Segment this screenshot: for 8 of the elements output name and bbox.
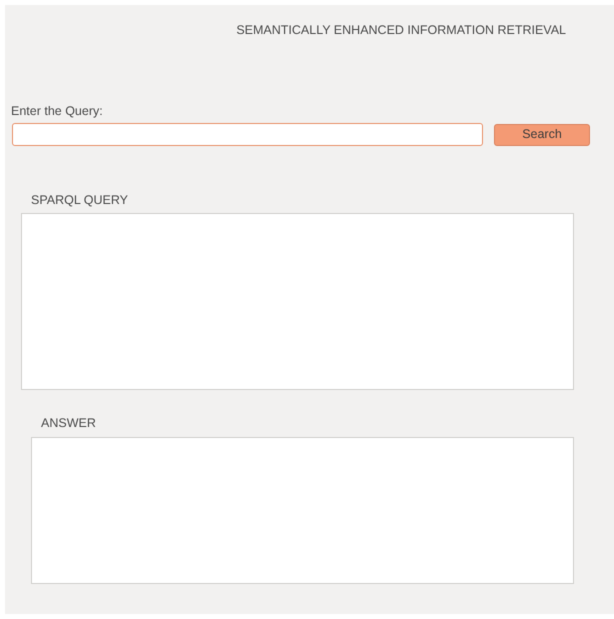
answer-label: ANSWER: [41, 415, 96, 431]
query-field[interactable]: [12, 123, 483, 146]
answer-area[interactable]: [31, 437, 574, 584]
query-label: Enter the Query:: [11, 103, 103, 119]
sparql-label: SPARQL QUERY: [31, 192, 128, 208]
search-button[interactable]: Search: [494, 124, 590, 146]
window-title: SEMANTICALLY ENHANCED INFORMATION RETRIEVAL: [236, 22, 566, 38]
sparql-query-area[interactable]: [21, 213, 574, 390]
